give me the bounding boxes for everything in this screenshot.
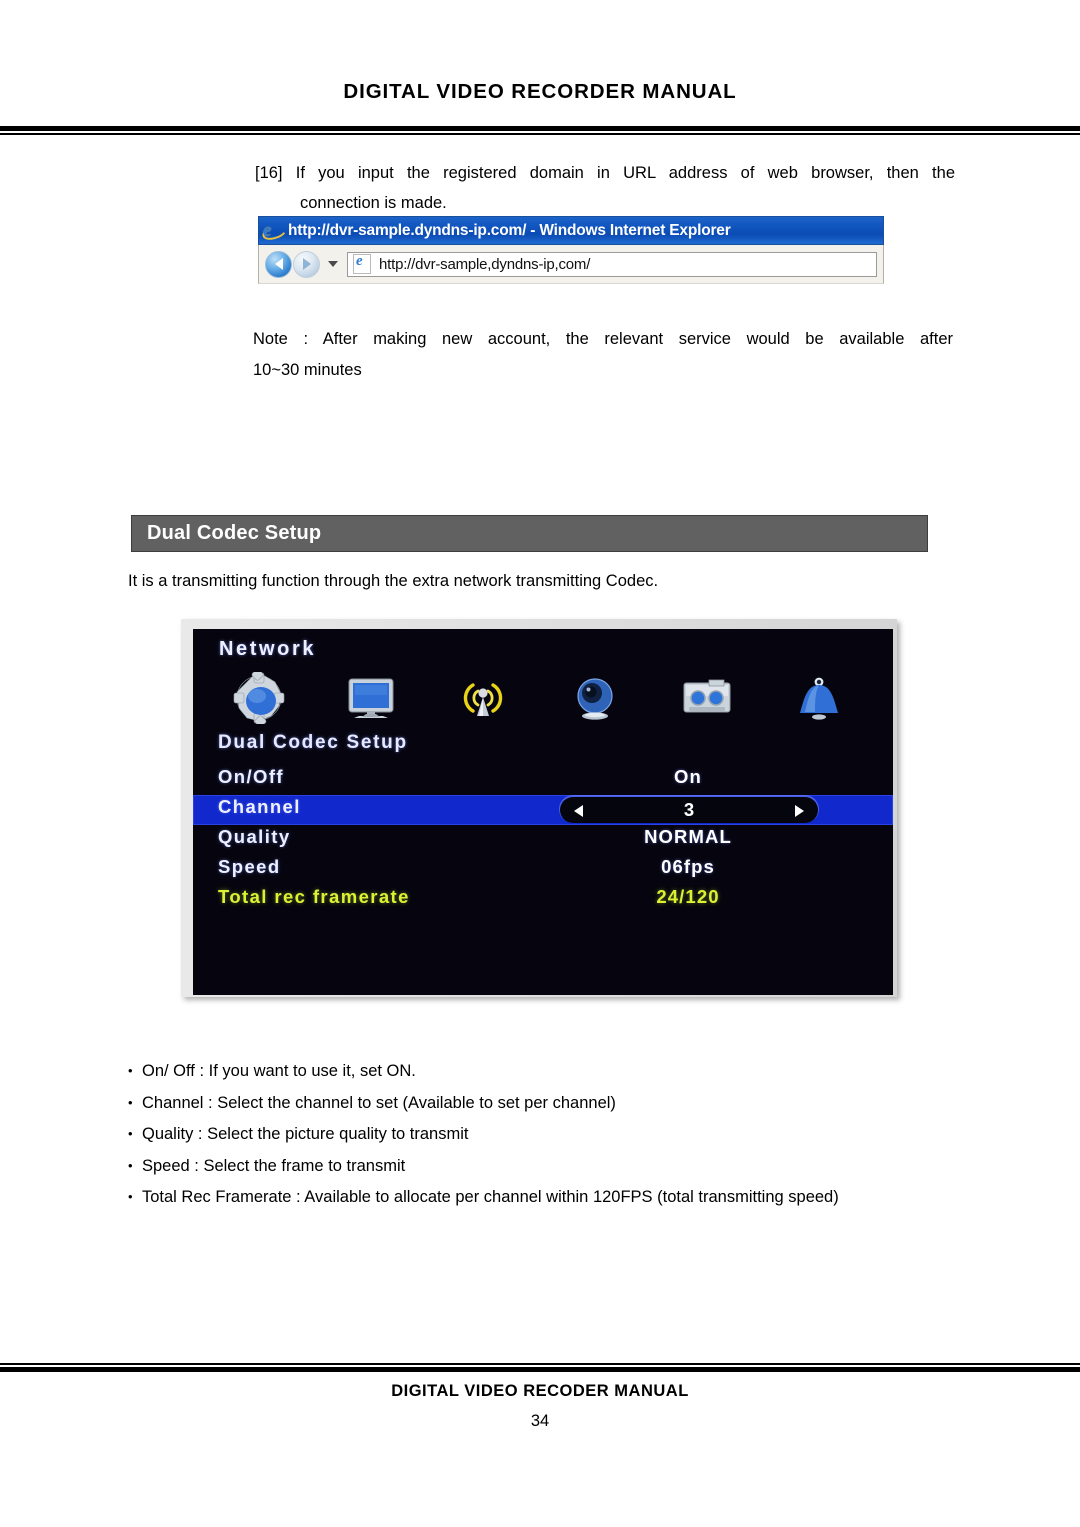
list-item: Channel : Select the channel to set (Ava… (128, 1087, 958, 1120)
note-block: Note : After making new account, the rel… (253, 324, 953, 386)
list-item: Quality : Select the picture quality to … (128, 1118, 958, 1151)
browser-window-title: http://dvr-sample.dyndns-ip.com/ - Windo… (288, 221, 731, 239)
footer-divider-thick (0, 1367, 1080, 1372)
note-line-1: Note : After making new account, the rel… (253, 330, 953, 348)
address-bar-value: http://dvr-sample,dyndns-ip,com/ (379, 255, 591, 273)
header-divider (0, 126, 1080, 135)
dvr-icon-row (213, 667, 885, 729)
dvr-menu-screenshot: Network Dual Codec Setup On/Off On Chann… (181, 619, 911, 1011)
page-header: DIGITAL VIDEO RECORDER MANUAL (0, 80, 1080, 104)
chevron-down-icon[interactable] (328, 261, 338, 267)
list-item: On/ Off : If you want to use it, set ON. (128, 1055, 958, 1088)
camera-icon[interactable] (549, 667, 641, 729)
address-bar-input[interactable]: e http://dvr-sample,dyndns-ip,com/ (347, 251, 877, 277)
dvr-row-speed-value: 06fps (661, 856, 715, 877)
step-16-line-2: connection is made. (300, 194, 447, 212)
forward-arrow-icon[interactable] (293, 250, 320, 278)
antenna-network-icon[interactable] (437, 667, 529, 729)
dvr-row-quality-value: NORMAL (644, 826, 732, 847)
dvr-screen-frame: Network Dual Codec Setup On/Off On Chann… (181, 619, 897, 997)
header-divider-thin (0, 133, 1080, 135)
dvr-row-onoff-value: On (674, 766, 702, 787)
dvr-row-quality[interactable]: Quality NORMAL (193, 825, 893, 855)
list-item: Speed : Select the frame to transmit (128, 1150, 958, 1183)
step-16-block: [16] If you input the registered domain … (255, 158, 955, 218)
feature-bullet-list: On/ Off : If you want to use it, set ON.… (128, 1055, 958, 1214)
step-16-line-1: [16] If you input the registered domain … (255, 164, 955, 182)
monitor-display-icon[interactable] (325, 667, 417, 729)
back-arrow-icon[interactable] (265, 250, 292, 278)
dvr-menu-title: Dual Codec Setup (218, 732, 408, 753)
right-arrow-icon[interactable] (795, 805, 804, 817)
dvr-row-channel[interactable]: Channel 3 (193, 795, 893, 825)
list-item: Total Rec Framerate : Available to alloc… (128, 1181, 958, 1214)
dvr-row-channel-label: Channel (218, 796, 301, 817)
page-title: DIGITAL VIDEO RECORDER MANUAL (343, 80, 737, 103)
browser-address-toolbar: e http://dvr-sample,dyndns-ip,com/ (258, 245, 884, 284)
storage-tape-icon[interactable] (661, 667, 753, 729)
dvr-row-quality-label: Quality (218, 826, 291, 847)
internet-explorer-logo-icon: e (260, 220, 289, 243)
dvr-row-total-rec-framerate: Total rec framerate 24/120 (193, 885, 893, 915)
browser-title-bar: e http://dvr-sample.dyndns-ip.com/ - Win… (258, 216, 884, 245)
bell-alarm-icon[interactable] (773, 667, 865, 729)
dvr-row-speed[interactable]: Speed 06fps (193, 855, 893, 885)
dvr-row-onoff[interactable]: On/Off On (193, 765, 893, 795)
dvr-row-channel-value: 3 (683, 799, 695, 820)
dvr-row-total-rec-framerate-value: 24/120 (656, 886, 720, 907)
dvr-row-total-rec-framerate-label: Total rec framerate (218, 886, 410, 907)
dvr-row-speed-label: Speed (218, 856, 281, 877)
dvr-screen: Network Dual Codec Setup On/Off On Chann… (193, 629, 893, 995)
page-favicon-icon: e (353, 253, 371, 274)
section-heading-bar: Dual Codec Setup (131, 515, 928, 552)
footer-divider (0, 1363, 1080, 1372)
footer-text: DIGITAL VIDEO RECODER MANUAL (391, 1382, 689, 1400)
dvr-row-onoff-label: On/Off (218, 766, 284, 787)
section-heading-text: Dual Codec Setup (147, 522, 322, 544)
dvr-screen-title: Network (219, 638, 317, 660)
dvr-settings-rows: On/Off On Channel 3 Quality NORMAL Speed… (193, 765, 893, 915)
page-number: 34 (530, 1412, 550, 1430)
browser-window-screenshot: e http://dvr-sample.dyndns-ip.com/ - Win… (258, 216, 884, 284)
gear-setup-icon[interactable] (213, 667, 305, 729)
section-description: It is a transmitting function through th… (128, 572, 659, 590)
note-line-2: 10~30 minutes (253, 361, 362, 379)
dvr-row-channel-stepper[interactable]: 3 (560, 797, 818, 823)
